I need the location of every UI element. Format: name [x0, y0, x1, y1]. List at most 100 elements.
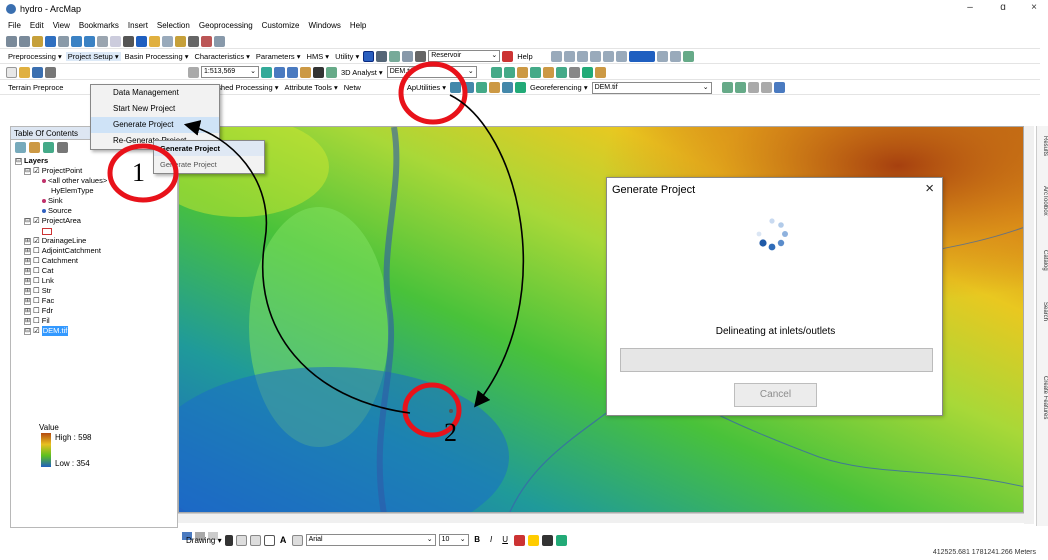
toc-item[interactable]: ⊞ ☐ Fdr — [15, 306, 177, 316]
georeferencing-menu[interactable]: Georeferencing ▾ — [528, 83, 590, 92]
toc-item[interactable]: Sink — [15, 196, 177, 206]
results-tab[interactable]: Results — [1038, 136, 1048, 156]
back-icon[interactable] — [71, 35, 82, 47]
rectangle-icon[interactable] — [263, 534, 275, 546]
start-new-project-item[interactable]: Start New Project — [91, 101, 219, 117]
menu-windows[interactable]: Windows — [308, 21, 340, 30]
text-icon[interactable]: A — [277, 534, 289, 546]
toc-item[interactable] — [15, 226, 177, 236]
toc-item[interactable]: ⊟ ☑ DEM.tif — [15, 326, 177, 336]
toc-item[interactable]: HyElemType — [15, 186, 177, 196]
catalog-icon[interactable] — [287, 66, 298, 78]
catalog-tab[interactable]: Catalog — [1038, 250, 1048, 271]
rotate-icon[interactable] — [235, 534, 247, 546]
clear-selection-icon[interactable] — [110, 35, 121, 47]
toc-item[interactable]: ⊞ ☐ Cat — [15, 266, 177, 276]
3d-tool-i-icon[interactable] — [594, 66, 606, 78]
aputilities-menu[interactable]: ApUtilities ▾ — [405, 83, 448, 92]
menu-help[interactable]: Help — [350, 21, 366, 30]
drawing-menu[interactable]: Drawing ▾ — [186, 536, 222, 545]
profile-icon[interactable] — [402, 50, 414, 62]
expand-toggle-icon[interactable]: ⊟ — [24, 217, 31, 225]
line-color-icon[interactable] — [541, 534, 553, 546]
archydro-tool-f-icon[interactable] — [515, 82, 527, 93]
print-icon[interactable] — [45, 66, 56, 78]
network-tools-menu[interactable]: Netw — [342, 83, 363, 92]
callout-icon[interactable] — [291, 534, 303, 546]
toc-item[interactable]: ⊞ ☐ AdjointCatchment — [15, 246, 177, 256]
modelbuilder-icon[interactable] — [326, 66, 337, 78]
project-setup-menu[interactable]: Project Setup ▾ — [65, 51, 121, 61]
tool-h-icon[interactable] — [669, 50, 681, 62]
find-route-icon[interactable] — [201, 35, 212, 47]
dialog-close-button[interactable]: × — [925, 180, 934, 197]
menu-view[interactable]: View — [53, 21, 70, 30]
fill-color-icon[interactable] — [527, 534, 539, 546]
zoom-whole-page-icon[interactable] — [249, 534, 261, 546]
toolbox-icon[interactable] — [300, 66, 311, 78]
pencil-icon[interactable] — [502, 50, 514, 62]
reservoir-select[interactable]: Reservoir ⌄ — [428, 50, 501, 62]
underline-icon[interactable]: U — [500, 535, 511, 546]
table-icon[interactable] — [274, 66, 285, 78]
toc-item[interactable]: ⊞ ☑ DrainageLine — [15, 236, 177, 246]
layer-visibility-checkbox[interactable]: ☑ — [33, 216, 40, 226]
open-icon[interactable] — [19, 66, 30, 78]
expand-toggle-icon[interactable]: ⊞ — [24, 277, 31, 285]
list-by-drawing-order-icon[interactable] — [15, 142, 26, 153]
font-size-select[interactable]: 10 ⌄ — [438, 534, 469, 546]
new-document-icon[interactable] — [6, 66, 17, 78]
tool-f-icon[interactable] — [615, 50, 627, 62]
attribute-tools-menu[interactable]: Attribute Tools ▾ — [282, 83, 339, 92]
expand-toggle-icon[interactable]: ⊟ — [15, 157, 22, 165]
list-by-visibility-icon[interactable] — [43, 142, 54, 153]
zoom-out-icon[interactable] — [19, 35, 30, 47]
menu-insert[interactable]: Insert — [128, 21, 148, 30]
expand-toggle-icon[interactable]: ⊟ — [24, 167, 31, 175]
list-by-selection-icon[interactable] — [57, 142, 68, 153]
toc-item[interactable]: ⊞ ☐ Str — [15, 286, 177, 296]
georef-tool-d-icon[interactable] — [760, 82, 772, 93]
layer-visibility-checkbox[interactable]: ☑ — [33, 236, 40, 246]
generate-project-item[interactable]: Generate Project — [91, 117, 219, 133]
3d-tool-f-icon[interactable] — [555, 66, 567, 78]
utility-menu[interactable]: Utility ▾ — [333, 52, 361, 61]
tool-e-icon[interactable] — [602, 50, 614, 62]
maximize-button[interactable]: ɑ — [993, 2, 1013, 16]
python-icon[interactable] — [313, 66, 324, 78]
georef-tool-c-icon[interactable] — [747, 82, 759, 93]
georef-table-icon[interactable] — [773, 82, 785, 93]
3d-tool-c-icon[interactable] — [516, 66, 528, 78]
tool-a-icon[interactable] — [550, 50, 562, 62]
archydro-tool-b-icon[interactable] — [463, 82, 475, 93]
batch-point-icon[interactable] — [376, 50, 388, 62]
expand-toggle-icon[interactable]: ⊞ — [24, 297, 31, 305]
3d-tool-e-icon[interactable] — [542, 66, 554, 78]
menu-customize[interactable]: Customize — [262, 21, 300, 30]
layer-visibility-checkbox[interactable]: ☑ — [33, 166, 40, 176]
forward-icon[interactable] — [84, 35, 95, 47]
go-to-xy-icon[interactable] — [214, 35, 225, 47]
parameters-menu[interactable]: Parameters ▾ — [254, 52, 303, 61]
expand-toggle-icon[interactable]: ⊞ — [24, 257, 31, 265]
toc-item[interactable]: Source — [15, 206, 177, 216]
editor-icon[interactable] — [261, 66, 272, 78]
list-by-source-icon[interactable] — [29, 142, 40, 153]
expand-toggle-icon[interactable]: ⊞ — [24, 307, 31, 315]
bold-icon[interactable]: B — [472, 535, 483, 546]
layer-visibility-checkbox[interactable]: ☑ — [33, 326, 40, 336]
tool-i-icon[interactable] — [682, 50, 694, 62]
layer-visibility-checkbox[interactable]: ☐ — [33, 246, 40, 256]
3d-analyst-menu[interactable]: 3D Analyst ▾ — [339, 68, 385, 77]
terrain-preprocessing-menu[interactable]: Terrain Preproce — [6, 83, 65, 92]
find-icon[interactable] — [188, 35, 199, 47]
layer-visibility-checkbox[interactable]: ☐ — [33, 266, 40, 276]
select-elements-icon[interactable] — [123, 35, 134, 47]
expand-toggle-icon[interactable]: ⊞ — [24, 247, 31, 255]
layer-visibility-checkbox[interactable]: ☐ — [33, 256, 40, 266]
minimize-button[interactable]: – — [960, 2, 980, 16]
expand-toggle-icon[interactable]: ⊞ — [24, 267, 31, 275]
full-extent-icon[interactable] — [45, 35, 56, 47]
georef-tool-b-icon[interactable] — [734, 82, 746, 93]
archydro-tool-c-icon[interactable] — [476, 82, 488, 93]
